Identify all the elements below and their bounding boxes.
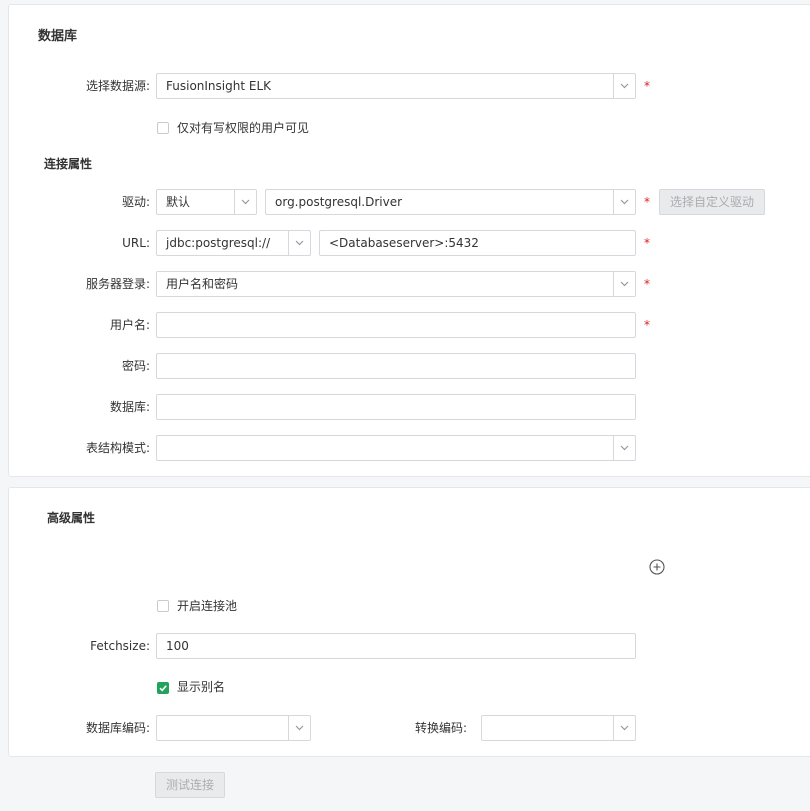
schema-select[interactable]: [156, 435, 636, 461]
required-mark: *: [644, 195, 650, 209]
url-value: <Databaseserver>:5432: [329, 236, 479, 250]
database-panel: 数据库 选择数据源: FusionInsight ELK * 仅对有写权限的用户…: [8, 4, 810, 477]
password-label: 密码:: [121, 359, 150, 373]
convert-encoding-label: 转换编码:: [414, 721, 467, 735]
chevron-down-icon[interactable]: [613, 436, 635, 460]
driver-mode-value: 默认: [166, 195, 191, 209]
custom-driver-button[interactable]: 选择自定义驱动: [659, 189, 765, 215]
database-label: 数据库:: [109, 400, 150, 414]
url-prefix-value: jdbc:postgresql://: [166, 236, 271, 250]
write-only-checkbox[interactable]: [157, 122, 169, 134]
chevron-down-icon[interactable]: [234, 190, 256, 214]
connection-section-title: 连接属性: [44, 157, 93, 171]
driver-class-select[interactable]: org.postgresql.Driver: [265, 189, 636, 215]
connection-pool-label: 开启连接池: [177, 599, 238, 613]
schema-label: 表结构模式:: [85, 441, 150, 455]
url-input[interactable]: <Databaseserver>:5432: [319, 230, 636, 256]
advanced-panel: 高级属性 开启连接池 Fetchsize: 100 显示别名 数据库编码: 转换…: [8, 487, 810, 757]
url-label: URL:: [122, 236, 150, 250]
driver-mode-select[interactable]: 默认: [156, 189, 257, 215]
chevron-down-icon[interactable]: [288, 231, 310, 255]
datasource-label: 选择数据源:: [85, 79, 150, 93]
fetchsize-value: 100: [166, 639, 189, 653]
database-input[interactable]: [156, 394, 636, 420]
required-mark: *: [644, 236, 650, 250]
plus-circle-icon[interactable]: [649, 559, 665, 575]
chevron-down-icon[interactable]: [613, 716, 635, 740]
check-icon: [159, 685, 167, 692]
db-encoding-select[interactable]: [156, 715, 311, 741]
chevron-down-icon[interactable]: [613, 272, 635, 296]
required-mark: *: [644, 277, 650, 291]
datasource-value: FusionInsight ELK: [166, 79, 271, 93]
login-value: 用户名和密码: [166, 277, 239, 291]
chevron-down-icon[interactable]: [613, 190, 635, 214]
db-encoding-label: 数据库编码:: [85, 721, 150, 735]
driver-class-value: org.postgresql.Driver: [275, 195, 403, 209]
datasource-select[interactable]: FusionInsight ELK: [156, 73, 636, 99]
test-connection-button[interactable]: 测试连接: [155, 772, 225, 798]
show-alias-checkbox[interactable]: [157, 682, 169, 694]
url-prefix-select[interactable]: jdbc:postgresql://: [156, 230, 311, 256]
login-label: 服务器登录:: [85, 277, 150, 291]
required-mark: *: [644, 79, 650, 93]
write-only-label: 仅对有写权限的用户可见: [177, 121, 310, 135]
advanced-title: 高级属性: [47, 511, 96, 525]
username-input[interactable]: [156, 312, 636, 338]
convert-encoding-select[interactable]: [481, 715, 636, 741]
show-alias-label: 显示别名: [177, 680, 226, 694]
chevron-down-icon[interactable]: [613, 74, 635, 98]
password-input[interactable]: [156, 353, 636, 379]
chevron-down-icon[interactable]: [288, 716, 310, 740]
driver-label: 驱动:: [121, 195, 150, 209]
login-select[interactable]: 用户名和密码: [156, 271, 636, 297]
required-mark: *: [644, 318, 650, 332]
username-label: 用户名:: [109, 318, 150, 332]
panel-title: 数据库: [38, 29, 78, 44]
connection-pool-checkbox[interactable]: [157, 600, 169, 612]
fetchsize-input[interactable]: 100: [156, 633, 636, 659]
fetchsize-label: Fetchsize:: [90, 639, 150, 653]
